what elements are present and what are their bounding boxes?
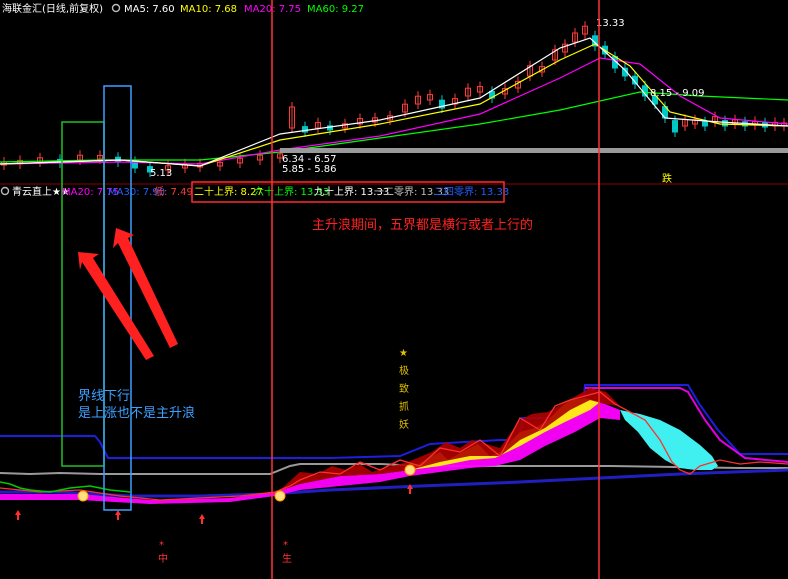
candle-body <box>722 120 728 127</box>
ma10-label: MA10: 7.68 <box>180 4 237 15</box>
annotation-main: 主升浪期间，五界都是横行或者上行的 <box>312 217 533 233</box>
up-arrow-icon <box>15 510 21 520</box>
ma-line <box>0 43 788 167</box>
vertical-signal-glyph: 极 <box>399 364 409 377</box>
signal-circle-marker <box>274 490 286 502</box>
vertical-signal-text: ★ 极致抓妖 <box>399 348 409 431</box>
bottom-tag: 跌 <box>662 172 672 185</box>
up-arrow-icon <box>199 514 205 524</box>
vertical-signal-glyph: 抓 <box>399 400 409 413</box>
boundary-labels: 二十上界: 8.27六十上界: 13.33九十上界: 13.33一二零界: 13… <box>194 185 509 198</box>
annotation-left-line2: 是上涨也不是主升浪 <box>78 406 195 421</box>
vertical-signal-glyph: 妖 <box>399 418 409 431</box>
stock-title: 海联金汇(日线,前复权) <box>2 2 103 15</box>
candle-body <box>702 121 708 127</box>
moving-average-lines <box>0 37 788 167</box>
high-price-label: 13.33 <box>596 18 625 29</box>
candle-body <box>672 120 678 133</box>
up-arrow-icon <box>115 510 121 520</box>
indicator-low-label: 低: 7.49 <box>154 185 193 198</box>
mid-price-label: 8.15 - 9.09 <box>650 88 705 99</box>
chart-canvas: 13.33 8.15 - 9.09 6.34 - 6.57 5.85 - 5.8… <box>0 0 788 579</box>
bottom-marker-b: 生 <box>282 552 292 565</box>
upper-price-panel: 13.33 8.15 - 9.09 6.34 - 6.57 5.85 - 5.8… <box>0 18 788 185</box>
signal-circle-marker <box>404 464 416 476</box>
vertical-signal-glyph: ★ <box>399 348 408 359</box>
gear-icon[interactable] <box>0 186 10 196</box>
lower-header: 青云直上★★ MA20: 7.75 MA30: 7.90 低: 7.49 二十上… <box>0 181 509 203</box>
support-band <box>280 148 788 153</box>
price-label-b: 5.85 - 5.86 <box>282 164 337 175</box>
ma-line <box>0 37 788 167</box>
red-arrow-right <box>113 228 178 348</box>
bottom-star-b: * <box>283 540 288 551</box>
vertical-signal-glyph: 致 <box>399 382 409 395</box>
upper-header: 海联金汇(日线,前复权) MA5: 7.60 MA10: 7.68 MA20: … <box>2 2 364 15</box>
boundary-label: 二十上界: 8.27 <box>194 185 263 198</box>
candlestick-series <box>1 21 787 177</box>
gear-icon[interactable] <box>111 3 121 13</box>
bottom-marker-a: 中 <box>158 552 168 565</box>
boundary-label: 二四零界: 13.33 <box>434 186 509 198</box>
low-price-label: 5.13 <box>150 168 172 179</box>
red-arrow-left <box>78 252 154 360</box>
ma60-label: MA60: 9.27 <box>307 4 364 15</box>
bottom-star-a: * <box>159 540 164 551</box>
darkred-fill-area <box>280 388 620 490</box>
annotation-left-line1: 界线下行 <box>78 389 130 404</box>
lower-indicator-panel: 中 生 * * ★ 极致抓妖 <box>0 348 788 565</box>
signal-circle-marker <box>77 490 89 502</box>
ma5-label: MA5: 7.60 <box>124 4 175 15</box>
